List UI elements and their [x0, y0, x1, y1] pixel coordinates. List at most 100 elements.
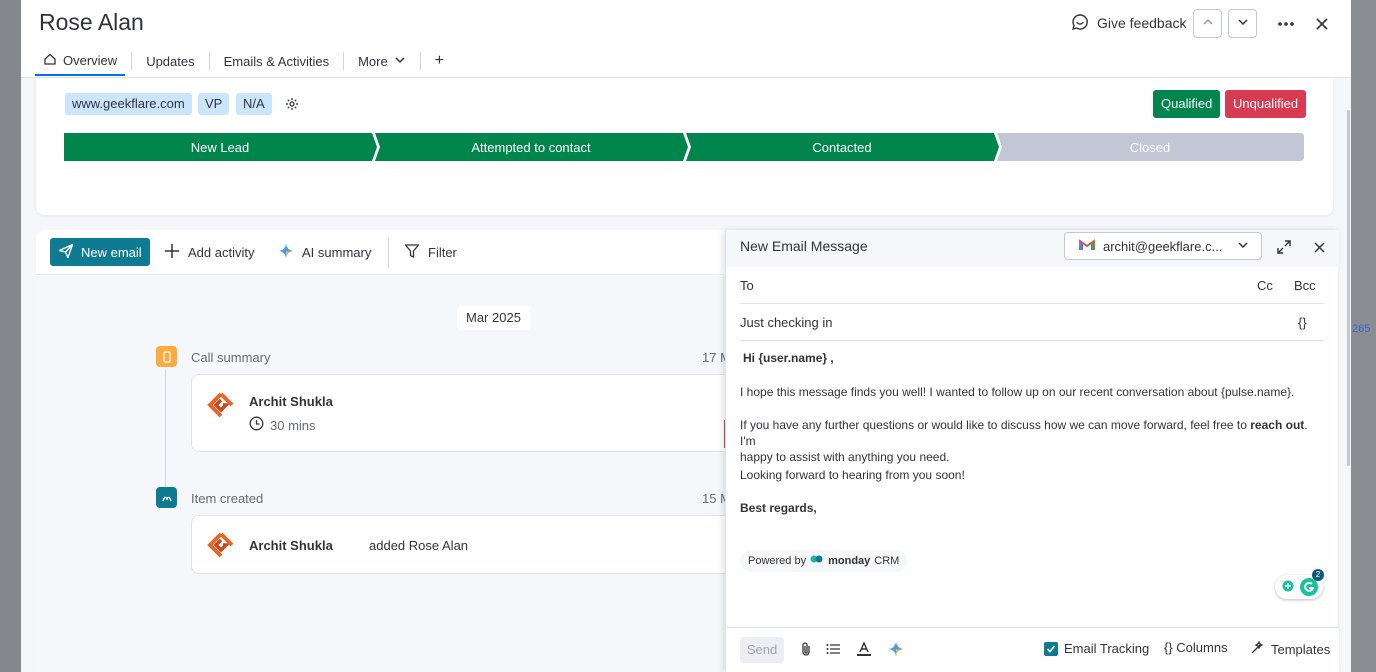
call-duration: 30 mins	[249, 416, 316, 434]
subject-field[interactable]: Just checking in {}	[740, 304, 1324, 341]
background-left-strip	[0, 0, 21, 672]
stage-new-lead[interactable]: New Lead	[64, 133, 376, 161]
close-icon[interactable]	[1311, 13, 1333, 35]
add-tab-button[interactable]: +	[427, 46, 452, 76]
tab-emails-activities[interactable]: Emails & Activities	[216, 46, 337, 76]
to-label: To	[740, 278, 754, 293]
composer-footer: Send Email Tracking {} Columns Templates	[726, 627, 1339, 672]
date-group-label: Mar 2025	[457, 306, 530, 330]
email-paragraph-3: Looking forward to hearing from you soon…	[740, 468, 965, 482]
email-composer: New Email Message archit@geekflare.c... …	[725, 230, 1339, 672]
chevron-up-icon	[1202, 15, 1214, 33]
phone-icon	[156, 346, 177, 367]
powered-by-badge: Powered by monday CRM	[740, 550, 908, 572]
email-paragraph-2-line2: happy to assist with anything you need.	[740, 450, 950, 464]
home-icon	[43, 52, 57, 69]
composer-header: New Email Message archit@geekflare.c...	[726, 230, 1339, 267]
paperclip-icon[interactable]	[797, 640, 815, 658]
activity-toolbar: New email Add activity AI summary Filter	[36, 230, 741, 275]
activity-person: Archit Shukla	[249, 394, 333, 409]
activity-type-label: Call summary	[191, 350, 271, 365]
close-icon[interactable]	[1310, 238, 1328, 256]
email-signoff: Best regards,	[740, 501, 817, 515]
subject-value: Just checking in	[740, 315, 833, 330]
item-created-icon	[156, 487, 177, 508]
columns-button[interactable]: {} Columns	[1164, 640, 1228, 655]
variable-braces-button[interactable]: {}	[1298, 315, 1307, 330]
filter-icon	[404, 243, 420, 262]
tab-overview[interactable]: Overview	[35, 46, 126, 76]
templates-button[interactable]: Templates	[1250, 640, 1330, 658]
page-title: Rose Alan	[39, 9, 144, 35]
brand-name: monday	[828, 555, 871, 567]
panel-scrollbar[interactable]	[1347, 110, 1350, 466]
toolbar-divider	[388, 238, 389, 268]
stage-attempted-to-contact[interactable]: Attempted to contact	[375, 133, 687, 161]
add-activity-button[interactable]: Add activity	[164, 238, 254, 266]
call-duration-label: 30 mins	[270, 417, 316, 433]
stage-closed[interactable]: Closed	[997, 133, 1303, 161]
bcc-button[interactable]: Bcc	[1294, 278, 1316, 293]
tab-more-label: More	[358, 53, 388, 69]
cc-button[interactable]: Cc	[1257, 278, 1273, 293]
give-feedback-label: Give feedback	[1097, 15, 1187, 31]
ai-summary-label: AI summary	[302, 244, 372, 260]
sparkle-icon[interactable]	[887, 640, 905, 658]
item-created-card[interactable]: Archit Shukla added Rose Alan	[191, 515, 751, 574]
send-icon	[58, 243, 74, 262]
call-summary-card[interactable]: Archit Shukla 30 mins	[191, 374, 751, 452]
email-paragraph-2-start: If you have any further questions or wou…	[740, 418, 1251, 432]
sender-select[interactable]: archit@geekflare.c...	[1064, 232, 1262, 260]
email-tracking-label: Email Tracking	[1064, 641, 1150, 656]
email-tracking-toggle[interactable]: Email Tracking	[1044, 641, 1149, 656]
grammarly-widget[interactable]: 2	[1275, 569, 1324, 600]
activity-person: Archit Shukla	[249, 538, 333, 553]
tab-divider	[419, 52, 421, 70]
tab-more[interactable]: More	[350, 46, 414, 76]
list-icon[interactable]	[824, 640, 842, 658]
tab-divider	[208, 52, 210, 70]
activity-type-label: Item created	[191, 491, 264, 506]
filter-label: Filter	[428, 244, 457, 260]
timeline-line	[165, 369, 166, 487]
title-chip[interactable]: VP	[198, 93, 230, 115]
activity-section: New email Add activity AI summary Filter	[36, 230, 751, 672]
new-email-button[interactable]: New email	[50, 238, 150, 266]
ai-summary-button[interactable]: AI summary	[278, 238, 371, 266]
magic-wand-icon	[1250, 640, 1265, 658]
clock-icon	[249, 416, 264, 434]
give-feedback-button[interactable]: Give feedback	[1071, 12, 1187, 34]
previous-item-button[interactable]	[1193, 9, 1222, 38]
feedback-icon	[1071, 13, 1089, 34]
geekflare-logo-icon	[207, 531, 235, 559]
send-button[interactable]: Send	[740, 637, 784, 663]
item-panel: Rose Alan Give feedback Overview Updates…	[21, 0, 1351, 672]
lead-info-card: www.geekflare.com VP N/A Qualified Unqua…	[36, 78, 1333, 215]
gear-icon[interactable]	[285, 97, 299, 111]
qualified-button[interactable]: Qualified	[1153, 90, 1221, 118]
expand-icon[interactable]	[1275, 238, 1293, 256]
chevron-down-icon	[1237, 239, 1249, 254]
next-item-button[interactable]	[1228, 9, 1257, 38]
powered-by-label: Powered by	[748, 555, 807, 567]
panel-header: Rose Alan Give feedback Overview Updates…	[21, 0, 1351, 78]
monday-logo-icon	[810, 550, 824, 572]
lightbulb-icon	[1280, 579, 1296, 600]
sender-address: archit@geekflare.c...	[1103, 238, 1223, 254]
chevron-down-icon	[394, 54, 406, 69]
unqualified-button[interactable]: Unqualified	[1225, 90, 1307, 118]
tab-updates[interactable]: Updates	[138, 46, 202, 76]
to-field[interactable]: To Cc Bcc	[740, 267, 1324, 304]
email-greeting: Hi {user.name} ,	[743, 351, 834, 365]
plus-icon	[164, 243, 180, 262]
more-icon[interactable]	[1275, 13, 1297, 35]
add-activity-label: Add activity	[188, 244, 255, 260]
grammarly-count: 2	[1312, 569, 1324, 581]
na-chip[interactable]: N/A	[236, 93, 272, 115]
text-color-icon[interactable]	[855, 640, 873, 658]
filter-button[interactable]: Filter	[404, 238, 457, 266]
stage-contacted[interactable]: Contacted	[686, 133, 998, 161]
composer-title: New Email Message	[740, 238, 868, 254]
email-paragraph-1: I hope this message finds you well! I wa…	[740, 385, 1295, 399]
website-chip[interactable]: www.geekflare.com	[65, 93, 192, 115]
